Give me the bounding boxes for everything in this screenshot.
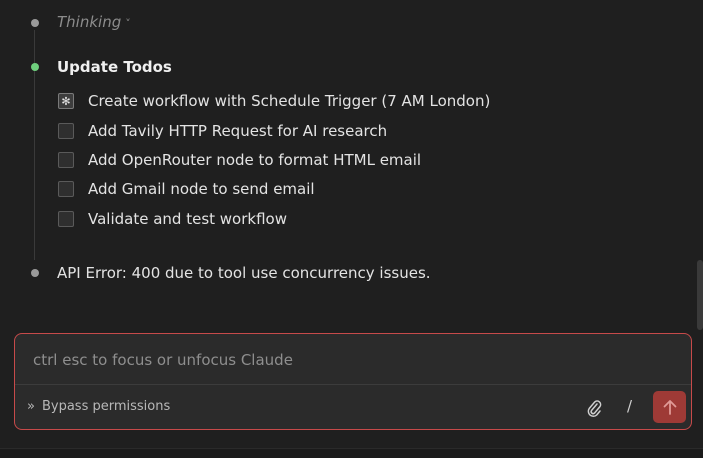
paperclip-icon[interactable] [586,398,602,418]
todo-label: Create workflow with Schedule Trigger (7… [88,92,491,110]
todo-item: Add Tavily HTTP Request for AI research [58,122,387,140]
prompt-input[interactable]: ctrl esc to focus or unfocus Claude [33,351,293,369]
thinking-label: Thinking [57,13,122,31]
todo-checkbox [58,211,74,227]
todo-label: Add Gmail node to send email [88,180,315,198]
todo-item: Add Gmail node to send email [58,180,315,198]
double-chevron-icon: » [27,399,35,414]
todo-checkbox [58,123,74,139]
error-dot [31,269,39,277]
composer-divider [15,384,691,385]
todo-item: ✻ Create workflow with Schedule Trigger … [58,92,490,110]
prompt-composer[interactable]: ctrl esc to focus or unfocus Claude » By… [14,333,692,430]
todo-checkbox [58,181,74,197]
permission-mode-label: Bypass permissions [41,399,171,414]
todos-title: Update Todos [57,58,172,76]
chevron-down-icon: ˅ [125,17,131,30]
arrow-up-icon [663,400,676,415]
send-button[interactable] [653,391,686,423]
error-message: API Error: 400 due to tool use concurren… [57,264,431,282]
scrollbar-thumb[interactable] [697,260,703,330]
todo-item: Validate and test workflow [58,210,287,228]
todo-checkbox [58,152,74,168]
todos-status-dot [31,63,39,71]
todo-label: Add OpenRouter node to format HTML email [88,151,422,169]
permission-mode-button[interactable]: » Bypass permissions [27,399,170,414]
todo-label: Add Tavily HTTP Request for AI research [88,122,388,140]
slash-command-button[interactable]: / [627,397,632,415]
thinking-toggle[interactable]: Thinking ˅ [57,13,131,31]
todo-item: Add OpenRouter node to format HTML email [58,151,421,169]
todo-label: Validate and test workflow [88,210,287,228]
todo-checkbox-in-progress: ✻ [58,93,74,109]
thinking-dot [31,19,39,27]
